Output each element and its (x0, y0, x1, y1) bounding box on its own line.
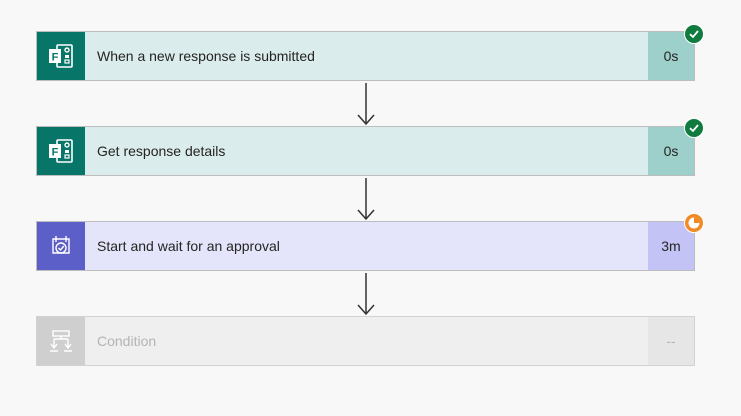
success-check-icon (684, 24, 704, 44)
step-title: Get response details (85, 127, 648, 175)
approvals-icon (52, 236, 70, 254)
step-card-start-approval[interactable]: Start and wait for an approval 3m (36, 221, 695, 271)
step-duration: -- (648, 317, 694, 365)
svg-text:F: F (52, 52, 59, 64)
microsoft-forms-icon: F (49, 44, 73, 68)
step-card-get-response-details[interactable]: F Get response details 0s (36, 126, 695, 176)
connector-arrow-icon (357, 83, 375, 126)
connector-arrow-icon (357, 273, 375, 316)
running-clock-icon (684, 213, 704, 233)
success-check-icon (684, 118, 704, 138)
step-title: Start and wait for an approval (85, 222, 648, 270)
microsoft-forms-icon: F (49, 139, 73, 163)
step-card-condition[interactable]: Condition -- (36, 316, 695, 366)
step-card-when-new-response[interactable]: F When a new response is submitted 0s (36, 31, 695, 81)
step-title: When a new response is submitted (85, 32, 648, 80)
approval-icon-box (37, 222, 85, 270)
condition-icon-box (37, 317, 85, 365)
svg-text:F: F (52, 147, 59, 159)
forms-icon-box: F (37, 32, 85, 80)
forms-icon-box: F (37, 127, 85, 175)
step-title: Condition (85, 317, 648, 365)
connector-arrow-icon (357, 178, 375, 221)
condition-icon (50, 330, 72, 352)
